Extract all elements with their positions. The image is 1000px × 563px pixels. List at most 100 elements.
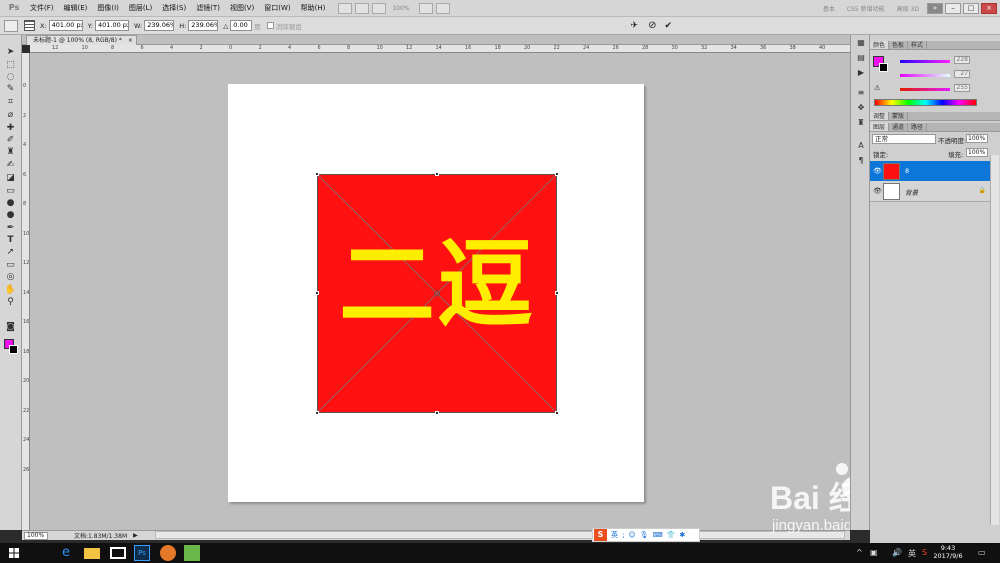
tab-layers[interactable]: 图层 — [870, 123, 890, 131]
layers-scrollbar[interactable] — [990, 155, 999, 525]
menu-file[interactable]: 文件(F) — [25, 0, 59, 17]
layer-row[interactable]: 👁 背景 🔒 — [870, 181, 990, 202]
shape-tool-icon[interactable]: ▭ — [4, 260, 17, 271]
windows-start-icon[interactable] — [6, 545, 22, 561]
tab-styles[interactable]: 样式 — [908, 41, 928, 49]
green-slider[interactable] — [900, 74, 950, 77]
workspace-3d[interactable]: 高级 3D — [891, 4, 925, 13]
ime-keyboard-icon[interactable]: ⌨ — [653, 531, 663, 539]
path-select-tool-icon[interactable]: ➚ — [4, 247, 17, 258]
eraser-tool-icon[interactable]: ◪ — [4, 173, 17, 184]
menu-select[interactable]: 选择(S) — [157, 0, 191, 17]
marquee-tool-icon[interactable]: ⬚ — [4, 60, 17, 71]
angle-input[interactable]: 0.00 — [230, 20, 253, 31]
visibility-eye-icon[interactable]: 👁 — [873, 187, 882, 195]
document-tab-close-icon[interactable]: × — [128, 36, 133, 45]
document-tab[interactable]: 未标题-1 @ 100% (8, RGB/8) * × — [26, 35, 137, 45]
zoom-input[interactable]: 100% — [24, 531, 48, 540]
transform-handle-br[interactable] — [555, 411, 559, 415]
ime-lang[interactable]: 英 — [611, 530, 618, 540]
transform-handle-bl[interactable] — [315, 411, 319, 415]
close-button[interactable]: × — [981, 2, 997, 14]
transform-handle-tr[interactable] — [555, 172, 559, 176]
blue-slider[interactable] — [900, 88, 950, 91]
tab-adjustments[interactable]: 调整 — [870, 112, 890, 120]
tab-swatches[interactable]: 色板 — [889, 41, 909, 49]
ime-emoji-icon[interactable]: ☺ — [628, 531, 635, 539]
tab-paths[interactable]: 路径 — [908, 123, 928, 131]
red-slider[interactable] — [900, 60, 950, 63]
menu-layer[interactable]: 图层(L) — [124, 0, 157, 17]
pen-tool-icon[interactable]: ✒ — [4, 223, 17, 234]
adjustments-icon[interactable]: ≡ — [855, 88, 867, 98]
status-menu-arrow-icon[interactable]: ▶ — [133, 532, 138, 539]
sogou-logo[interactable]: S — [594, 529, 607, 541]
transform-handle-ml[interactable] — [315, 291, 319, 295]
healing-brush-icon[interactable]: ✚ — [4, 123, 17, 134]
menu-edit[interactable]: 编辑(E) — [59, 0, 93, 17]
opacity-input[interactable]: 100% — [966, 134, 988, 143]
x-input[interactable]: 401.00 px — [48, 20, 83, 31]
horizontal-scrollbar[interactable] — [155, 531, 845, 539]
menu-image[interactable]: 图像(I) — [92, 0, 124, 17]
transform-handle-tl[interactable] — [315, 172, 319, 176]
workspace-new-in-cs5[interactable]: CS5 新增功能 — [841, 4, 891, 13]
gradient-tool-icon[interactable]: ▭ — [4, 186, 17, 197]
color-spectrum[interactable] — [874, 99, 977, 106]
transform-handle-bc[interactable] — [435, 411, 439, 415]
layer-name[interactable]: 背景 — [905, 187, 918, 197]
zoom-tool-icon[interactable]: ⚲ — [4, 297, 17, 308]
crop-tool-icon[interactable]: ⌗ — [4, 97, 17, 108]
actions-icon[interactable]: ▶ — [855, 68, 867, 78]
3d-icon[interactable]: ✥ — [855, 103, 867, 113]
3d-rotate-tool-icon[interactable]: ◎ — [4, 272, 17, 283]
tray-volume-icon[interactable]: 🔊 — [892, 548, 902, 557]
menu-help[interactable]: 帮助(H) — [296, 0, 331, 17]
edge-browser-icon[interactable]: e — [58, 545, 74, 561]
quick-mask-icon[interactable]: ◙ — [4, 322, 17, 333]
move-tool-icon[interactable]: ➤ — [4, 47, 17, 58]
quick-select-tool-icon[interactable]: ✎ — [4, 84, 17, 95]
store-icon[interactable] — [110, 547, 126, 559]
bridge-button[interactable] — [338, 2, 353, 14]
history-brush-icon[interactable]: ✍ — [4, 160, 17, 171]
hand-tool-icon[interactable]: ✋ — [4, 285, 17, 296]
notes-app-icon[interactable] — [184, 545, 200, 561]
brush-tool-icon[interactable]: ✐ — [4, 135, 17, 146]
y-input[interactable]: 401.00 px — [94, 20, 129, 31]
background-color-swatch[interactable] — [9, 345, 18, 354]
clone-stamp-icon[interactable]: ♜ — [4, 147, 17, 158]
fill-input[interactable]: 100% — [966, 148, 988, 157]
mini-bridge-icon[interactable]: ▦ — [855, 38, 867, 48]
width-input[interactable]: 239.06% — [144, 20, 175, 31]
clone-source-icon[interactable]: ♜ — [855, 118, 867, 128]
eyedropper-tool-icon[interactable]: ⌀ — [4, 110, 17, 121]
file-explorer-icon[interactable] — [84, 548, 100, 559]
commit-transform-icon[interactable]: ✔ — [664, 21, 672, 31]
mini-bridge-button[interactable] — [355, 2, 370, 14]
maximize-button[interactable]: □ — [963, 2, 979, 14]
document-canvas[interactable]: 二逗 — [228, 84, 644, 502]
tray-ime-icon[interactable]: S — [922, 548, 927, 557]
menu-window[interactable]: 窗口(W) — [259, 0, 295, 17]
screen-mode-button[interactable] — [435, 2, 450, 14]
blur-tool-icon[interactable]: ● — [4, 198, 17, 209]
menu-filter[interactable]: 滤镜(T) — [191, 0, 225, 17]
taskbar-clock[interactable]: 9:43 2017/9/6 — [930, 544, 966, 560]
photoshop-taskbar-icon[interactable]: Ps — [134, 545, 150, 561]
visibility-eye-icon[interactable]: 👁 — [873, 167, 882, 175]
menu-view[interactable]: 视图(V) — [225, 0, 259, 17]
lasso-tool-icon[interactable]: ◌ — [4, 72, 17, 83]
warp-icon[interactable]: ✈ — [631, 21, 639, 31]
horizontal-ruler[interactable]: 12 10 8 6 4 2 0 2 4 6 8 10 12 14 16 18 20 22 24 26 28 30 32 34 3… — [30, 45, 850, 53]
panel-background-swatch[interactable] — [879, 63, 888, 72]
paragraph-icon[interactable]: ¶ — [855, 156, 867, 166]
green-value[interactable]: 27 — [954, 70, 970, 78]
document-info[interactable]: 文档:1.83M/1.38M — [74, 531, 127, 540]
blend-mode-select[interactable]: 正常 — [872, 134, 936, 144]
arrange-documents-button[interactable] — [418, 2, 433, 14]
tool-preset-picker[interactable] — [4, 19, 18, 32]
zoom-level-menu[interactable]: 100% — [386, 5, 415, 12]
dodge-tool-icon[interactable]: ● — [4, 210, 17, 221]
character-icon[interactable]: A — [855, 141, 867, 151]
